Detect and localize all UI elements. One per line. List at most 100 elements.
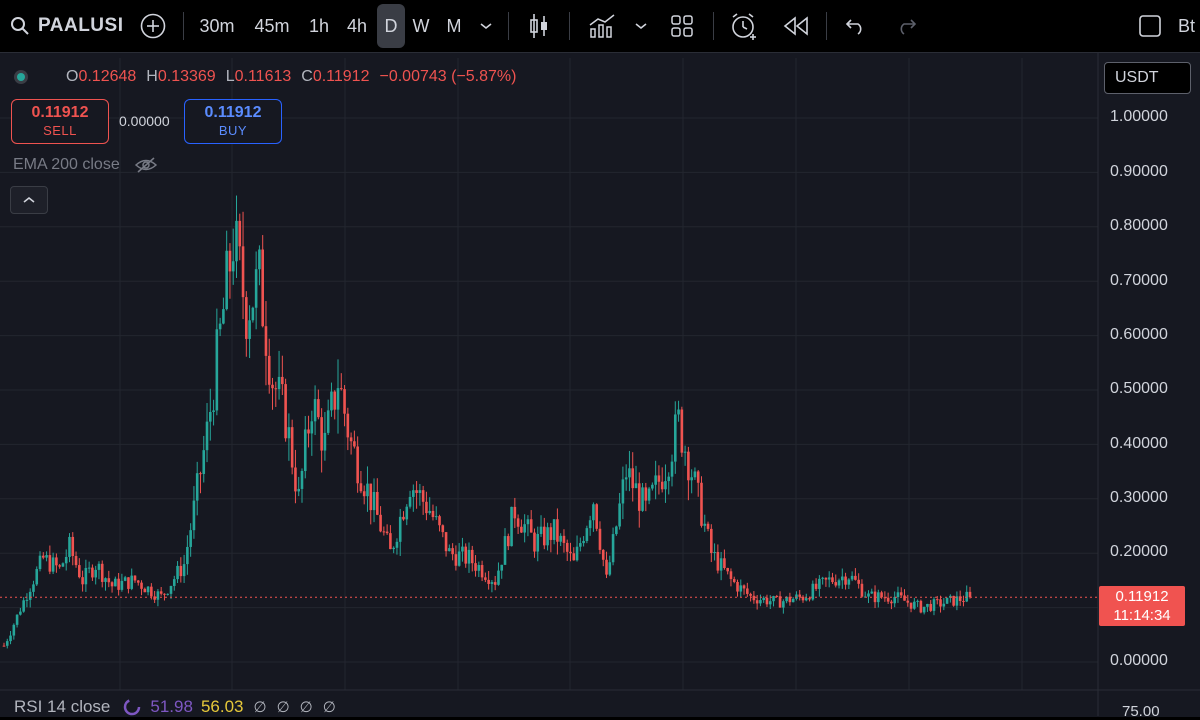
chevron-down-icon bbox=[480, 23, 492, 30]
ema-label: EMA 200 close bbox=[13, 156, 120, 173]
candle-body bbox=[503, 536, 507, 565]
candle-body bbox=[965, 591, 969, 602]
candle-body bbox=[827, 577, 831, 580]
indicators-button[interactable] bbox=[586, 0, 618, 52]
candle-body bbox=[127, 577, 130, 589]
price-axis-label: 0.70000 bbox=[1110, 272, 1168, 289]
candle-body bbox=[683, 451, 687, 453]
candle-body bbox=[493, 582, 497, 585]
close-value: 0.11912 bbox=[312, 68, 370, 85]
symbol-search[interactable]: PAALUSI bbox=[10, 0, 123, 52]
candle-body bbox=[441, 525, 445, 533]
candle-body bbox=[670, 461, 674, 477]
toolbar-right-label[interactable]: Bt bbox=[1178, 0, 1200, 52]
candle-body bbox=[303, 429, 307, 471]
candle-body bbox=[572, 553, 576, 561]
candlestick-chart[interactable] bbox=[0, 52, 1200, 716]
rsi-empty-value: ∅ bbox=[322, 699, 336, 716]
candle-body bbox=[903, 595, 906, 601]
compare-add-button[interactable] bbox=[138, 0, 168, 52]
candle-body bbox=[955, 596, 959, 606]
candle-body bbox=[687, 451, 690, 481]
timeframe-dropdown[interactable] bbox=[476, 0, 496, 52]
candle-body bbox=[19, 611, 22, 615]
timeframe-M[interactable]: M bbox=[441, 0, 467, 52]
collapse-legend-button[interactable] bbox=[10, 186, 48, 214]
candle-body bbox=[143, 588, 147, 593]
candle-body bbox=[654, 475, 657, 485]
rewind-icon bbox=[783, 16, 808, 36]
candle-body bbox=[284, 384, 287, 439]
eye-hidden-icon[interactable] bbox=[134, 156, 158, 174]
candle-body bbox=[739, 585, 743, 592]
candle-body bbox=[857, 579, 860, 584]
candle-body bbox=[618, 503, 621, 527]
candle-body bbox=[372, 492, 376, 511]
alert-button[interactable] bbox=[728, 0, 760, 52]
candle-body bbox=[562, 535, 566, 543]
undo-icon bbox=[845, 19, 862, 35]
layout-button[interactable] bbox=[668, 0, 696, 52]
replay-button[interactable] bbox=[782, 0, 810, 52]
candle-body bbox=[192, 500, 196, 531]
candle-body bbox=[690, 477, 693, 481]
candle-body bbox=[228, 250, 232, 272]
candle-body bbox=[536, 533, 540, 552]
redo-button[interactable] bbox=[892, 0, 920, 52]
candle-body bbox=[15, 614, 19, 625]
timeframe-30m[interactable]: 30m bbox=[196, 0, 238, 52]
candle-body bbox=[195, 473, 199, 501]
candle-body bbox=[719, 558, 723, 571]
toolbar-divider bbox=[569, 12, 570, 40]
chevron-up-icon bbox=[23, 196, 35, 203]
candle-body bbox=[385, 531, 389, 534]
candle-body bbox=[677, 409, 680, 415]
chart-type-button[interactable] bbox=[524, 0, 554, 52]
candle-body bbox=[41, 555, 45, 558]
buy-button[interactable]: 0.11912 BUY bbox=[184, 99, 282, 144]
candle-body bbox=[962, 601, 965, 603]
open-value: 0.12648 bbox=[78, 68, 137, 85]
timeframe-4h[interactable]: 4h bbox=[342, 0, 372, 52]
candle-body bbox=[146, 586, 150, 593]
candle-body bbox=[755, 600, 759, 604]
fullscreen-button[interactable] bbox=[1136, 0, 1164, 52]
timeframe-1h[interactable]: 1h bbox=[305, 0, 333, 52]
timeframe-45m[interactable]: 45m bbox=[250, 0, 294, 52]
candle-body bbox=[336, 388, 340, 410]
candle-body bbox=[261, 249, 264, 327]
candle-body bbox=[490, 582, 494, 584]
candle-body bbox=[277, 376, 281, 390]
price-axis-label: 0.40000 bbox=[1110, 435, 1168, 452]
candle-body bbox=[726, 567, 729, 572]
ema-indicator-legend[interactable]: EMA 200 close bbox=[13, 156, 158, 174]
undo-button[interactable] bbox=[842, 0, 870, 52]
candle-body bbox=[759, 600, 762, 604]
candle-body bbox=[366, 483, 369, 497]
rsi-legend[interactable]: RSI 14 close 51.98 56.03 ∅ ∅ ∅ ∅ bbox=[14, 697, 336, 717]
timeframe-W[interactable]: W bbox=[408, 0, 434, 52]
indicators-dropdown[interactable] bbox=[632, 0, 650, 52]
candle-body bbox=[598, 528, 602, 550]
candle-body bbox=[703, 523, 707, 526]
candle-body bbox=[32, 584, 35, 592]
candle-body bbox=[634, 483, 638, 489]
candle-body bbox=[428, 510, 431, 514]
candle-body bbox=[605, 559, 608, 575]
candle-body bbox=[71, 536, 75, 557]
candle-body bbox=[520, 526, 523, 533]
last-price-value: 0.11912 bbox=[1115, 588, 1169, 605]
candle-body bbox=[123, 577, 127, 581]
currency-selector[interactable]: USDT bbox=[1104, 62, 1191, 94]
sell-button[interactable]: 0.11912 SELL bbox=[11, 99, 109, 144]
candle-body bbox=[182, 564, 186, 577]
rsi-axis-label: 75.00 bbox=[1122, 703, 1160, 720]
rsi-empty-value: ∅ bbox=[299, 699, 313, 716]
sell-price: 0.11912 bbox=[31, 103, 89, 121]
candle-body bbox=[582, 540, 585, 544]
candle-body bbox=[461, 546, 464, 552]
candle-body bbox=[526, 519, 530, 525]
timeframe-D[interactable]: D bbox=[377, 4, 405, 48]
candle-body bbox=[592, 504, 595, 521]
candle-body bbox=[680, 409, 684, 453]
